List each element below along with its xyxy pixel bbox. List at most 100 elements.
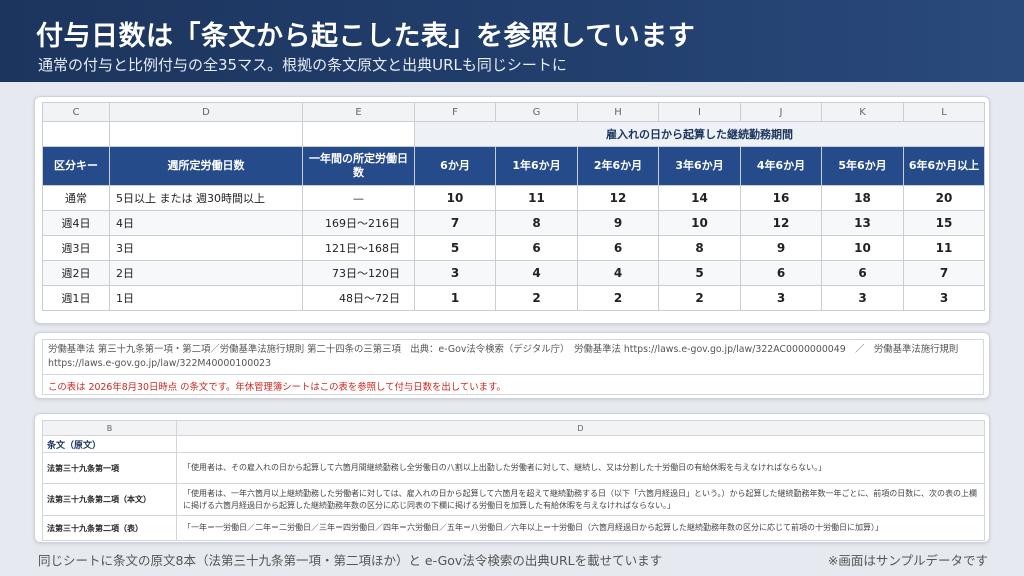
weekly-days-cell[interactable]: 3日 bbox=[109, 235, 303, 261]
sample-data-notice: ※画面はサンプルデータです bbox=[827, 553, 988, 568]
law-article-title[interactable]: 法第三十九条第二項（本文） bbox=[42, 483, 177, 516]
as-of-date-note[interactable]: この表は 2026年8月30日時点 の条文です。年休管理簿シートはこの表を参照し… bbox=[43, 374, 983, 394]
grant-days-cell[interactable]: 2 bbox=[495, 285, 578, 311]
weekly-days-cell[interactable]: 4日 bbox=[109, 210, 303, 236]
annual-days-cell[interactable]: 73日～120日 bbox=[302, 260, 415, 286]
annual-days-cell[interactable]: — bbox=[302, 185, 415, 211]
grant-days-cell[interactable]: 1 bbox=[414, 285, 496, 311]
column-letter[interactable]: D bbox=[176, 420, 985, 436]
category-key-cell[interactable]: 週2日 bbox=[42, 260, 110, 286]
column-letter-row: B D bbox=[42, 420, 985, 436]
law-section-label[interactable]: 条文（原文） bbox=[42, 435, 177, 453]
grant-table-panel: C D E F G H I J K L 雇入れの日から起算した継続勤務期間 区分… bbox=[34, 96, 990, 324]
grant-days-cell[interactable]: 10 bbox=[414, 185, 496, 211]
grant-days-cell[interactable]: 9 bbox=[577, 210, 659, 236]
column-letter[interactable]: G bbox=[495, 102, 578, 122]
grant-days-cell[interactable]: 11 bbox=[495, 185, 578, 211]
column-letter[interactable]: J bbox=[740, 102, 822, 122]
header-period[interactable]: 1年6か月 bbox=[495, 146, 578, 186]
grant-days-cell[interactable]: 12 bbox=[740, 210, 822, 236]
column-letter-row: C D E F G H I J K L bbox=[42, 102, 985, 122]
column-letter[interactable]: D bbox=[109, 102, 303, 122]
source-cell-block: 労働基準法 第三十九条第一項・第二項／労働基準法施行規則 第二十四条の三第三項 … bbox=[42, 339, 984, 395]
grant-days-cell[interactable]: 7 bbox=[903, 260, 985, 286]
column-letter[interactable]: K bbox=[821, 102, 904, 122]
law-row: 法第三十九条第二項（本文） 「使用者は、一年六箇月以上継続勤務した労働者に対して… bbox=[42, 483, 985, 516]
grant-days-cell[interactable]: 10 bbox=[658, 210, 741, 236]
grant-days-cell[interactable]: 4 bbox=[577, 260, 659, 286]
table-row: 週1日 1日 48日～72日 1 2 2 2 3 3 3 bbox=[42, 285, 985, 311]
header-period[interactable]: 4年6か月 bbox=[740, 146, 822, 186]
category-key-cell[interactable]: 週4日 bbox=[42, 210, 110, 236]
grant-days-cell[interactable]: 8 bbox=[495, 210, 578, 236]
column-letter[interactable]: B bbox=[42, 420, 177, 436]
header-annual-days[interactable]: 一年間の所定労働日数 bbox=[302, 146, 415, 186]
grant-days-cell[interactable]: 3 bbox=[903, 285, 985, 311]
annual-days-cell[interactable]: 48日～72日 bbox=[302, 285, 415, 311]
grant-days-cell[interactable]: 6 bbox=[740, 260, 822, 286]
law-row: 法第三十九条第二項（表） 「一年＝一労働日／二年＝二労働日／三年＝四労働日／四年… bbox=[42, 515, 985, 541]
grant-days-cell[interactable]: 20 bbox=[903, 185, 985, 211]
category-key-cell[interactable]: 通常 bbox=[42, 185, 110, 211]
annual-days-cell[interactable]: 121日～168日 bbox=[302, 235, 415, 261]
grant-days-cell[interactable]: 5 bbox=[414, 235, 496, 261]
header-period[interactable]: 5年6か月 bbox=[821, 146, 904, 186]
grant-days-cell[interactable]: 2 bbox=[577, 285, 659, 311]
grant-days-cell[interactable]: 3 bbox=[821, 285, 904, 311]
law-article-text[interactable]: 「使用者は、一年六箇月以上継続勤務した労働者に対しては、雇入れの日から起算して六… bbox=[176, 483, 985, 516]
footer-caption: 同じシートに条文の原文8本（法第三十九条第一項・第二項ほか）と e-Gov法令検… bbox=[38, 553, 663, 568]
header-period[interactable]: 3年6か月 bbox=[658, 146, 741, 186]
grant-days-cell[interactable]: 3 bbox=[740, 285, 822, 311]
law-article-title[interactable]: 法第三十九条第二項（表） bbox=[42, 515, 177, 541]
grant-days-cell[interactable]: 8 bbox=[658, 235, 741, 261]
header-banner: 付与日数は「条文から起こした表」を参照しています 通常の付与と比例付与の全35マ… bbox=[0, 0, 1024, 82]
empty-cell[interactable] bbox=[176, 435, 985, 453]
grant-days-cell[interactable]: 6 bbox=[577, 235, 659, 261]
column-letter[interactable]: L bbox=[903, 102, 985, 122]
grant-days-cell[interactable]: 6 bbox=[821, 260, 904, 286]
column-letter[interactable]: F bbox=[414, 102, 496, 122]
grant-days-cell[interactable]: 4 bbox=[495, 260, 578, 286]
table-row: 週2日 2日 73日～120日 3 4 4 5 6 6 7 bbox=[42, 260, 985, 286]
weekly-days-cell[interactable]: 2日 bbox=[109, 260, 303, 286]
annual-days-cell[interactable]: 169日～216日 bbox=[302, 210, 415, 236]
header-period[interactable]: 6か月 bbox=[414, 146, 496, 186]
law-article-text[interactable]: 「一年＝一労働日／二年＝二労働日／三年＝四労働日／四年＝六労働日／五年＝八労働日… bbox=[176, 515, 985, 541]
grant-days-cell[interactable]: 3 bbox=[414, 260, 496, 286]
header-period[interactable]: 6年6か月以上 bbox=[903, 146, 985, 186]
empty-cell[interactable] bbox=[109, 121, 303, 147]
grant-days-cell[interactable]: 12 bbox=[577, 185, 659, 211]
column-letter[interactable]: I bbox=[658, 102, 741, 122]
weekly-days-cell[interactable]: 5日以上 または 週30時間以上 bbox=[109, 185, 303, 211]
grant-days-cell[interactable]: 7 bbox=[414, 210, 496, 236]
grant-days-cell[interactable]: 14 bbox=[658, 185, 741, 211]
grant-days-cell[interactable]: 9 bbox=[740, 235, 822, 261]
grant-days-cell[interactable]: 16 bbox=[740, 185, 822, 211]
grant-days-cell[interactable]: 2 bbox=[658, 285, 741, 311]
column-letter[interactable]: C bbox=[42, 102, 110, 122]
grant-days-cell[interactable]: 5 bbox=[658, 260, 741, 286]
grant-days-cell[interactable]: 15 bbox=[903, 210, 985, 236]
column-letter[interactable]: E bbox=[302, 102, 415, 122]
weekly-days-cell[interactable]: 1日 bbox=[109, 285, 303, 311]
law-text-panel: B D 条文（原文） 法第三十九条第一項 「使用者は、その雇入れの日から起算して… bbox=[34, 413, 990, 543]
category-key-cell[interactable]: 週3日 bbox=[42, 235, 110, 261]
law-row: 法第三十九条第一項 「使用者は、その雇入れの日から起算して六箇月間継続勤務し全労… bbox=[42, 452, 985, 484]
header-period[interactable]: 2年6か月 bbox=[577, 146, 659, 186]
service-period-group-header[interactable]: 雇入れの日から起算した継続勤務期間 bbox=[414, 121, 985, 147]
source-citation[interactable]: 労働基準法 第三十九条第一項・第二項／労働基準法施行規則 第二十四条の三第三項 … bbox=[48, 343, 978, 370]
empty-cell[interactable] bbox=[302, 121, 415, 147]
grant-days-cell[interactable]: 6 bbox=[495, 235, 578, 261]
header-category-key[interactable]: 区分キー bbox=[42, 146, 110, 186]
grant-days-cell[interactable]: 18 bbox=[821, 185, 904, 211]
grant-days-cell[interactable]: 10 bbox=[821, 235, 904, 261]
header-weekly-days[interactable]: 週所定労働日数 bbox=[109, 146, 303, 186]
empty-cell[interactable] bbox=[42, 121, 110, 147]
law-article-text[interactable]: 「使用者は、その雇入れの日から起算して六箇月間継続勤務し全労働日の八割以上出勤し… bbox=[176, 452, 985, 484]
category-key-cell[interactable]: 週1日 bbox=[42, 285, 110, 311]
column-letter[interactable]: H bbox=[577, 102, 659, 122]
grant-days-cell[interactable]: 13 bbox=[821, 210, 904, 236]
grant-days-cell[interactable]: 11 bbox=[903, 235, 985, 261]
law-article-title[interactable]: 法第三十九条第一項 bbox=[42, 452, 177, 484]
table-row: 通常 5日以上 または 週30時間以上 —10 11 12 14 16 18 20 bbox=[42, 185, 985, 211]
